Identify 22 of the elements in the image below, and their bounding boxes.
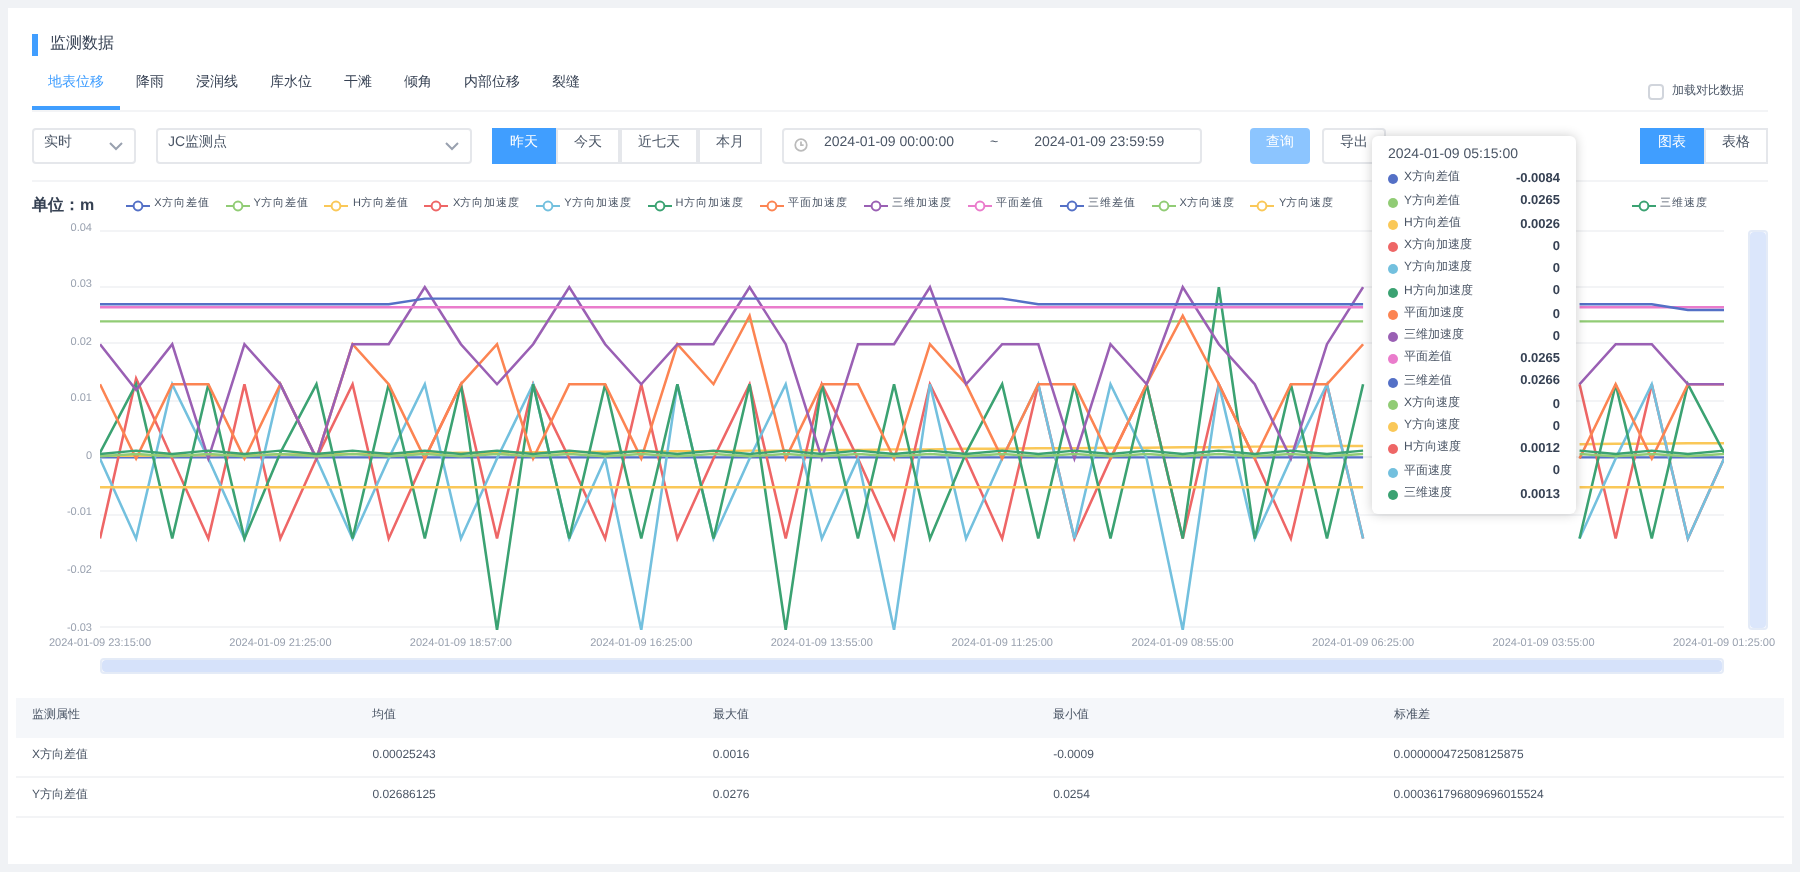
legend-marker-icon bbox=[1151, 199, 1176, 211]
clock-icon bbox=[794, 138, 808, 152]
legend-marker-icon bbox=[324, 199, 349, 211]
compare-checkbox[interactable] bbox=[1648, 84, 1664, 100]
caret-icon bbox=[108, 137, 124, 153]
legend-marker-icon bbox=[424, 199, 449, 211]
legend-marker-icon bbox=[126, 199, 151, 211]
unit-label: 单位：m bbox=[32, 193, 95, 217]
legend-marker-icon bbox=[1250, 199, 1275, 211]
legend-marker-icon bbox=[225, 199, 250, 211]
legend-marker-icon bbox=[1632, 199, 1656, 211]
caret-icon bbox=[444, 137, 460, 153]
legend-marker-icon bbox=[759, 199, 784, 211]
legend-marker-icon bbox=[647, 199, 672, 211]
legend-marker-icon bbox=[1059, 199, 1084, 211]
legend-marker-icon bbox=[863, 199, 888, 211]
legend-marker-icon bbox=[536, 199, 561, 211]
legend-marker-icon bbox=[967, 199, 992, 211]
section-title: 监测数据 bbox=[50, 32, 114, 56]
title-accent bbox=[32, 33, 38, 55]
horizontal-zoom-handle[interactable] bbox=[102, 659, 1722, 671]
vertical-zoom-handle[interactable] bbox=[1750, 231, 1766, 627]
